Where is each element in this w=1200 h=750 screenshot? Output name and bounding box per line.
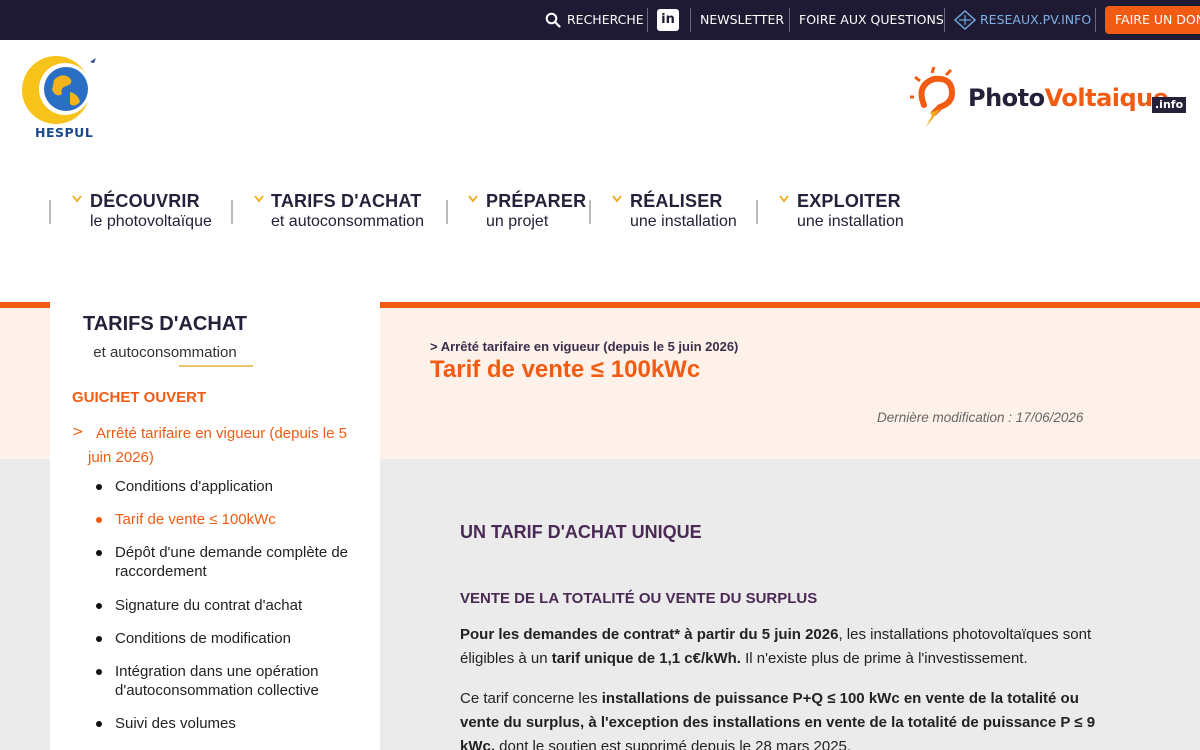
nav-title: PRÉPARER <box>486 191 587 211</box>
chevron-down-icon <box>779 195 789 203</box>
search-link[interactable]: RECHERCHE <box>567 0 644 40</box>
text: dont le soutien est supprimé depuis le 2… <box>495 738 852 750</box>
network-icon[interactable] <box>954 10 976 30</box>
nav-title: TARIFS D'ACHAT <box>271 191 422 211</box>
divider <box>789 8 790 32</box>
bullet-icon <box>96 636 102 642</box>
section-heading: UN TARIF D'ACHAT UNIQUE <box>460 522 702 542</box>
nav-item-exploiter[interactable]: EXPLOITER une installation <box>797 191 904 231</box>
sidebar-subtitle: et autoconsommation <box>93 344 237 361</box>
nav-subtitle: une installation <box>630 213 737 230</box>
faq-link[interactable]: FOIRE AUX QUESTIONS <box>799 0 944 40</box>
nav-subtitle: un projet <box>486 213 549 230</box>
bold-text: Pour les demandes de contrat* à partir d… <box>460 626 839 643</box>
page-title: Tarif de vente ≤ 100kWc <box>430 356 701 383</box>
breadcrumb[interactable]: > Arrêté tarifaire en vigueur (depuis le… <box>430 339 738 354</box>
sidebar-item-modification[interactable]: Conditions de modification <box>115 629 355 648</box>
text: Ce tarif concerne les <box>460 690 602 707</box>
sidebar-underline <box>179 365 253 367</box>
bold-text: tarif unique de 1,1 c€/kWh. <box>551 650 741 667</box>
chevron-down-icon <box>612 195 622 203</box>
photovoltaique-logo-mark[interactable] <box>910 65 970 130</box>
photovoltaique-wordmark[interactable]: PhotoVoltaique <box>968 84 1169 112</box>
wordmark-voltaique: Voltaique <box>1044 84 1169 112</box>
sidebar-heading[interactable]: GUICHET OUVERT <box>72 389 206 406</box>
wordmark-info-badge: .info <box>1152 97 1187 113</box>
nav-title: DÉCOUVRIR <box>90 191 200 211</box>
nav-item-realiser[interactable]: RÉALISER une installation <box>630 191 737 231</box>
bullet-icon <box>96 484 102 490</box>
paragraph: Ce tarif concerne les installations de p… <box>460 687 1120 750</box>
nav-divider <box>756 200 758 224</box>
nav-subtitle: le photovoltaïque <box>90 213 212 230</box>
sidebar-item-tarif-vente[interactable]: Tarif de vente ≤ 100kWc <box>115 510 355 529</box>
nav-item-preparer[interactable]: PRÉPARER un projet <box>486 191 586 231</box>
divider <box>944 8 945 32</box>
linkedin-icon[interactable]: in <box>657 9 679 31</box>
nav-title: RÉALISER <box>630 191 723 211</box>
nav-subtitle: une installation <box>797 213 904 230</box>
reseaux-link[interactable]: RESEAUX.PV.INFO <box>980 0 1091 40</box>
nav-divider <box>231 200 233 224</box>
nav-title: EXPLOITER <box>797 191 901 211</box>
nav-divider <box>589 200 591 224</box>
nav-item-tarifs[interactable]: TARIFS D'ACHAT et autoconsommation <box>271 191 424 231</box>
last-modified-date: Dernière modification : 17/06/2026 <box>877 410 1084 425</box>
bullet-icon <box>96 517 102 523</box>
bullet-icon <box>96 603 102 609</box>
nav-subtitle: et autoconsommation <box>271 213 424 230</box>
paragraph: Pour les demandes de contrat* à partir d… <box>460 623 1120 671</box>
donate-button[interactable]: FAIRE UN DON <box>1105 6 1200 34</box>
divider <box>647 8 648 32</box>
divider <box>1095 8 1096 32</box>
sidebar-item-arrete[interactable]: Arrêté tarifaire en vigueur (depuis le 5… <box>88 422 358 470</box>
chevron-down-icon <box>468 195 478 203</box>
bullet-icon <box>96 550 102 556</box>
sidebar-title: TARIFS D'ACHAT <box>83 313 247 335</box>
divider <box>690 8 691 32</box>
sidebar-item-suivi[interactable]: Suivi des volumes <box>115 714 355 733</box>
chevron-down-icon <box>254 195 264 203</box>
text: Il n'existe plus de prime à l'investisse… <box>740 650 1028 667</box>
newsletter-link[interactable]: NEWSLETTER <box>700 0 784 40</box>
wordmark-photo: Photo <box>968 84 1045 112</box>
top-bar: RECHERCHE in NEWSLETTER FOIRE AUX QUESTI… <box>0 0 1200 40</box>
bullet-icon <box>96 669 102 675</box>
sidebar-item-autoconsommation[interactable]: Intégration dans une opération d'autocon… <box>115 662 355 700</box>
subsection-heading: VENTE DE LA TOTALITÉ OU VENTE DU SURPLUS <box>460 590 818 607</box>
sidebar-item-signature[interactable]: Signature du contrat d'achat <box>115 596 355 615</box>
sidebar-item-conditions[interactable]: Conditions d'application <box>115 477 355 496</box>
bullet-icon <box>96 721 102 727</box>
sidebar-item-depot[interactable]: Dépôt d'une demande complète de raccorde… <box>115 543 355 581</box>
nav-item-decouvrir[interactable]: DÉCOUVRIR le photovoltaïque <box>90 191 212 231</box>
hespul-wordmark: HESPUL <box>35 125 94 140</box>
chevron-down-icon <box>72 195 82 203</box>
nav-divider <box>49 200 51 224</box>
nav-divider <box>446 200 448 224</box>
chevron-right-icon: > <box>72 424 84 440</box>
search-icon[interactable] <box>545 12 561 28</box>
